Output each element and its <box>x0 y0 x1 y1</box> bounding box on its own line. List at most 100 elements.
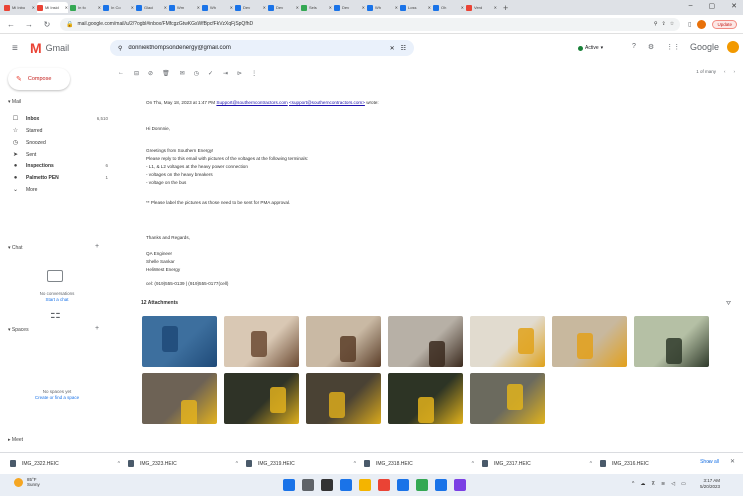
attachment-thumbnail[interactable] <box>388 373 463 424</box>
new-tab-button[interactable]: + <box>503 3 508 13</box>
start-chat-link[interactable]: Start a chat <box>2 297 112 303</box>
archive-icon[interactable]: ⊟ <box>134 70 139 77</box>
tray-chevron-icon[interactable]: ^ <box>632 481 634 487</box>
tab-close-icon[interactable]: ✕ <box>263 5 266 10</box>
add-to-drive-icon[interactable]: ⛛ <box>726 301 731 308</box>
browser-tab[interactable]: Loss ✕ <box>400 2 431 13</box>
sidebar-item-inbox[interactable]: ☐ Inbox 6,510 <box>12 113 108 124</box>
download-item[interactable]: IMG_2323.HEIC ^ <box>128 460 238 467</box>
attachment-thumbnail[interactable] <box>388 316 463 367</box>
reload-icon[interactable]: ↻ <box>42 20 52 29</box>
search-bar[interactable]: ⚲ ✕ ☷ <box>110 40 414 56</box>
report-spam-icon[interactable]: ⊘ <box>148 70 153 77</box>
download-options-chevron-icon[interactable]: ^ <box>354 461 356 467</box>
new-chat-plus-icon[interactable]: + <box>95 243 99 250</box>
tab-close-icon[interactable]: ✕ <box>230 5 233 10</box>
tab-close-icon[interactable]: ✕ <box>164 5 167 10</box>
snooze-icon[interactable]: ◷ <box>194 70 199 77</box>
tab-close-icon[interactable]: ✕ <box>461 5 464 10</box>
close-download-bar-icon[interactable]: ✕ <box>730 458 735 465</box>
cloud-icon[interactable]: ☁ <box>640 481 645 487</box>
browser-tab[interactable]: Mi Inbo ✕ <box>4 2 35 13</box>
delete-icon[interactable]: 🗑 <box>162 70 170 77</box>
sidebar-item-palmetto-pen[interactable]: ● Palmetto PEN 1 <box>12 172 108 183</box>
mark-unread-icon[interactable]: ✉ <box>180 70 185 77</box>
taskbar-app-icon[interactable] <box>416 479 428 491</box>
chat-section-label[interactable]: ▾ Chat <box>8 245 22 251</box>
browser-tab[interactable]: In fo ✕ <box>70 2 101 13</box>
profile-avatar[interactable] <box>697 19 707 29</box>
update-button[interactable]: Update <box>712 19 737 29</box>
label-tag-icon[interactable]: ⊳ <box>237 70 242 77</box>
download-item[interactable]: IMG_2318.HEIC ^ <box>364 460 474 467</box>
taskbar-app-icon[interactable] <box>359 479 371 491</box>
clear-search-icon[interactable]: ✕ <box>390 45 395 52</box>
add-task-icon[interactable]: ✓ <box>208 70 213 77</box>
meet-section-label[interactable]: ▸ Meet <box>8 437 23 443</box>
sidebar-item-starred[interactable]: ☆ Starred <box>12 125 108 136</box>
sidebar-item-snoozed[interactable]: ◷ Snoozed <box>12 137 108 148</box>
compose-button[interactable]: ✎ Compose <box>8 68 70 90</box>
mail-section-label[interactable]: ▾ Mail <box>8 99 21 105</box>
settings-gear-icon[interactable]: ⚙ <box>648 43 654 51</box>
tab-close-icon[interactable]: ✕ <box>395 5 398 10</box>
spaces-section-label[interactable]: ▾ Spaces <box>8 327 29 333</box>
tab-close-icon[interactable]: ✕ <box>296 5 299 10</box>
browser-tab[interactable]: Oh ✕ <box>433 2 464 13</box>
more-options-icon[interactable]: ⋮ <box>251 70 257 77</box>
browser-tab[interactable]: In Co ✕ <box>103 2 134 13</box>
taskbar-app-icon[interactable] <box>435 479 447 491</box>
main-menu-icon[interactable]: ≡ <box>12 43 18 54</box>
minimize-icon[interactable]: – <box>689 2 693 10</box>
download-item[interactable]: IMG_2317.HEIC ^ <box>482 460 592 467</box>
tab-close-icon[interactable]: ✕ <box>98 5 101 10</box>
status-indicator[interactable]: Active ▾ <box>578 45 603 51</box>
tab-close-icon[interactable]: ✕ <box>65 5 68 10</box>
taskbar-app-icon[interactable] <box>454 479 466 491</box>
url-bar[interactable]: 🔒 mail.google.com/mail/u/2/?ogbl#inbox/F… <box>60 17 681 31</box>
attachment-thumbnail[interactable] <box>306 316 381 367</box>
weather-widget[interactable]: 85°F Sunny <box>14 477 40 487</box>
search-input[interactable] <box>128 45 384 51</box>
download-options-chevron-icon[interactable]: ^ <box>590 461 592 467</box>
attachment-thumbnail[interactable] <box>142 316 217 367</box>
taskbar-app-icon[interactable] <box>340 479 352 491</box>
browser-tab[interactable]: Wm ✕ <box>169 2 200 13</box>
move-to-icon[interactable]: ⇥ <box>223 70 228 77</box>
tab-close-icon[interactable]: ✕ <box>428 5 431 10</box>
search-icon[interactable]: ⚲ <box>118 45 122 52</box>
volume-icon[interactable]: ◁ <box>671 481 675 487</box>
attachment-thumbnail[interactable] <box>224 316 299 367</box>
taskbar-app-icon[interactable] <box>321 479 333 491</box>
apps-grid-icon[interactable]: ⋮⋮ <box>666 43 680 51</box>
browser-tab[interactable]: Dev ✕ <box>334 2 365 13</box>
share-icon[interactable]: ⇪ <box>661 21 665 27</box>
sidebar-item-more[interactable]: ⌄ More <box>12 184 108 195</box>
browser-tab[interactable]: Sels ✕ <box>301 2 332 13</box>
maximize-icon[interactable]: ▢ <box>709 2 716 10</box>
taskbar-app-icon[interactable] <box>378 479 390 491</box>
attachment-thumbnail[interactable] <box>470 316 545 367</box>
gmail-logo[interactable]: M Gmail <box>30 40 69 56</box>
tab-close-icon[interactable]: ✕ <box>494 5 497 10</box>
browser-tab[interactable]: Mi Insid ✕ <box>37 2 68 13</box>
taskbar-app-icon[interactable] <box>302 479 314 491</box>
download-item[interactable]: IMG_2322.HEIC ^ <box>10 460 120 467</box>
taskbar-clock[interactable]: 3:17 AM 5/20/2023 <box>700 478 720 490</box>
download-options-chevron-icon[interactable]: ^ <box>236 461 238 467</box>
battery-icon[interactable]: ▭ <box>681 481 686 487</box>
sender-link[interactable]: Support@southerncontractors.com <box>216 100 287 105</box>
download-options-chevron-icon[interactable]: ^ <box>118 461 120 467</box>
attachment-thumbnail[interactable] <box>224 373 299 424</box>
create-space-link[interactable]: Create or find a space <box>2 395 112 401</box>
browser-tab[interactable]: Dev ✕ <box>268 2 299 13</box>
wifi-icon[interactable]: ≋ <box>661 481 665 487</box>
sender-email-link[interactable]: <support@southerncontractors.com> <box>289 100 365 105</box>
older-chevron-icon[interactable]: › <box>734 69 736 74</box>
taskbar-app-icon[interactable] <box>283 479 295 491</box>
help-icon[interactable]: ? <box>632 43 636 51</box>
newer-chevron-icon[interactable]: ‹ <box>724 69 726 74</box>
sidepanel-icon[interactable]: ▯ <box>688 21 691 28</box>
new-space-plus-icon[interactable]: + <box>95 325 99 332</box>
search-options-icon[interactable]: ☷ <box>401 45 406 52</box>
